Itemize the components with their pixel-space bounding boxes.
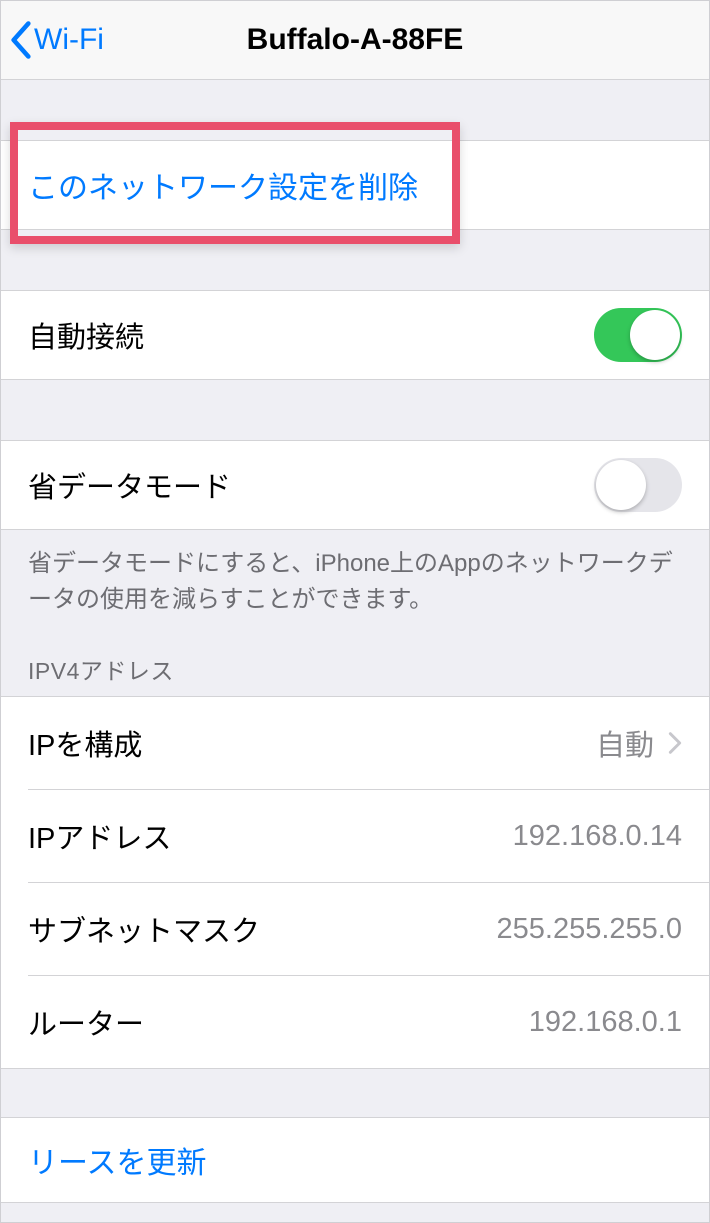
ip-address-row: IPアドレス 192.168.0.14 xyxy=(0,790,710,882)
low-data-mode-label: 省データモード xyxy=(28,464,231,506)
subnet-mask-value: 255.255.255.0 xyxy=(497,913,682,946)
forget-network-button[interactable]: このネットワーク設定を削除 xyxy=(0,140,710,230)
ip-address-label: IPアドレス xyxy=(28,815,171,857)
ipv4-section-header: IPV4アドレス xyxy=(0,618,710,696)
auto-join-row: 自動接続 xyxy=(0,290,710,380)
nav-header: Wi-Fi Buffalo-A-88FE xyxy=(0,0,710,80)
chevron-left-icon xyxy=(10,21,32,59)
forget-network-label: このネットワーク設定を削除 xyxy=(28,163,418,207)
chevron-right-icon xyxy=(668,731,682,755)
low-data-mode-toggle[interactable] xyxy=(594,458,682,512)
back-button[interactable]: Wi-Fi xyxy=(0,0,104,79)
low-data-mode-footer: 省データモードにすると、iPhone上のAppのネットワークデータの使用を減らす… xyxy=(0,530,710,618)
renew-lease-label: リースを更新 xyxy=(28,1138,207,1182)
configure-ip-row[interactable]: IPを構成 自動 xyxy=(0,697,710,789)
subnet-mask-label: サブネットマスク xyxy=(28,908,260,950)
back-label: Wi-Fi xyxy=(34,23,104,57)
ip-address-value: 192.168.0.14 xyxy=(513,820,682,853)
renew-lease-button[interactable]: リースを更新 xyxy=(0,1117,710,1203)
configure-ip-value: 自動 xyxy=(596,722,654,764)
ipv4-group: IPを構成 自動 IPアドレス 192.168.0.14 サブネットマスク 25… xyxy=(0,696,710,1069)
auto-join-toggle[interactable] xyxy=(594,308,682,362)
subnet-mask-row: サブネットマスク 255.255.255.0 xyxy=(0,883,710,975)
configure-ip-label: IPを構成 xyxy=(28,722,142,764)
router-value: 192.168.0.1 xyxy=(529,1006,682,1039)
page-title: Buffalo-A-88FE xyxy=(0,23,710,57)
low-data-mode-row: 省データモード xyxy=(0,440,710,530)
auto-join-label: 自動接続 xyxy=(28,314,144,356)
router-label: ルーター xyxy=(28,1001,144,1043)
router-row: ルーター 192.168.0.1 xyxy=(0,976,710,1068)
